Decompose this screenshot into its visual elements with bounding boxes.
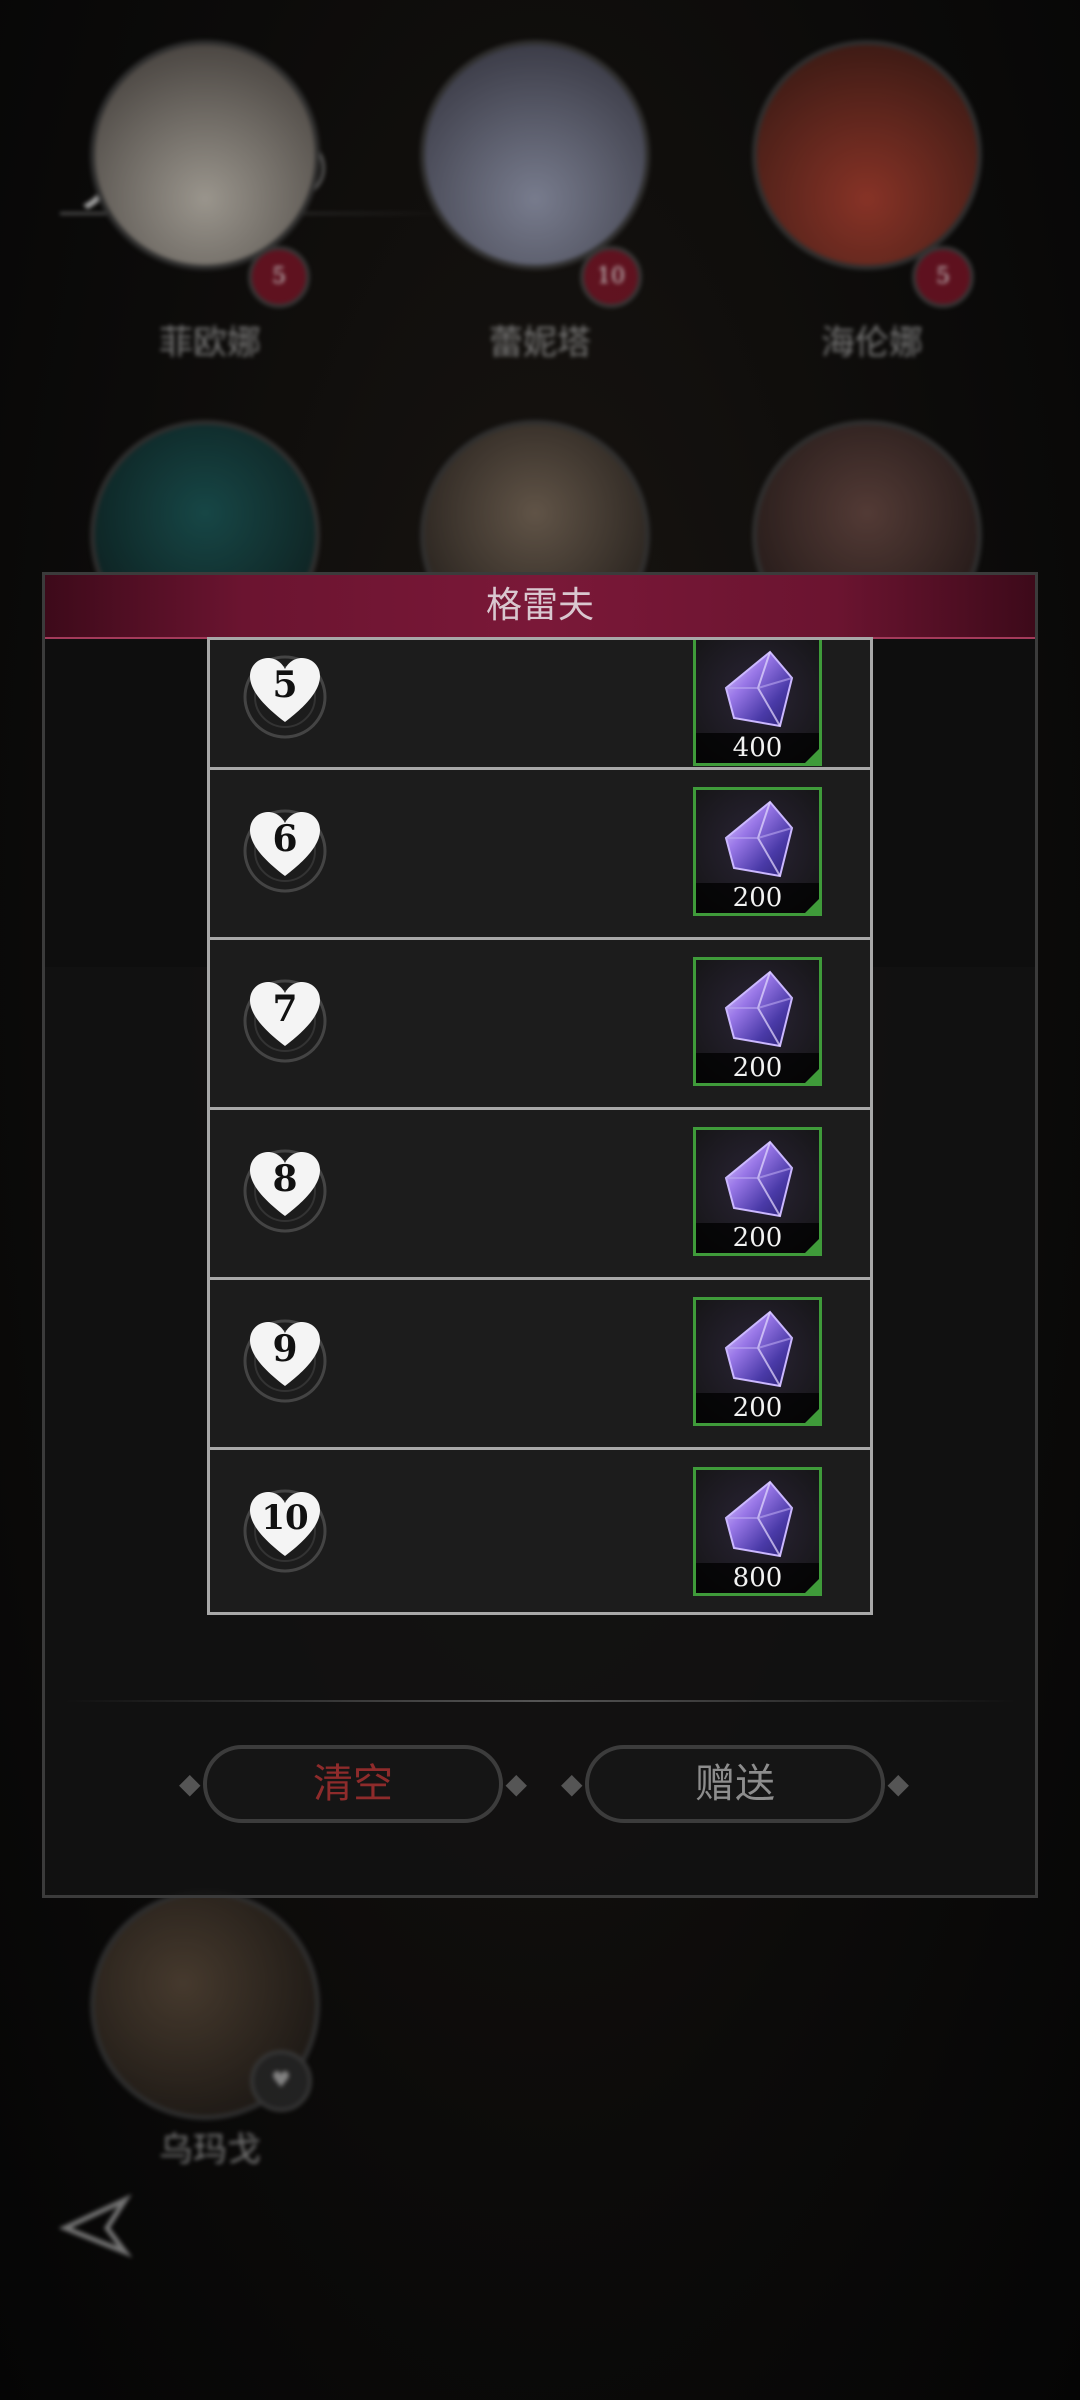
level-number: 8 bbox=[272, 1158, 298, 1200]
gift-button[interactable]: 赠送 bbox=[561, 1745, 909, 1823]
item-quantity: 800 bbox=[732, 1563, 783, 1593]
reward-row: 8 200 bbox=[210, 1110, 870, 1280]
reward-item-slot[interactable]: 200 bbox=[693, 957, 822, 1086]
reward-row: 7 200 bbox=[210, 940, 870, 1110]
character-card[interactable]: ♥ 乌玛戈 bbox=[90, 1890, 330, 2170]
level-number: 10 bbox=[261, 1498, 309, 1538]
affection-badge: 10 bbox=[580, 246, 642, 308]
reward-item-slot[interactable]: 800 bbox=[693, 1467, 822, 1596]
dialog-title-bar: 格雷夫 bbox=[45, 575, 1035, 639]
reward-row: 10 800 bbox=[210, 1450, 870, 1612]
affection-badge: 5 bbox=[912, 246, 974, 308]
level-number: 6 bbox=[272, 818, 298, 860]
purple-crystal-icon bbox=[724, 650, 794, 728]
purple-crystal-icon bbox=[724, 1480, 794, 1558]
affection-badge: ♥ bbox=[250, 2050, 312, 2112]
item-quantity: 400 bbox=[732, 733, 783, 763]
reward-row: 5 400 bbox=[210, 640, 870, 770]
reward-row: 9 200 bbox=[210, 1280, 870, 1450]
dialog-title: 格雷夫 bbox=[485, 585, 594, 626]
character-portrait bbox=[420, 40, 650, 270]
purple-crystal-icon bbox=[724, 1140, 794, 1218]
character-name: 蕾妮塔 bbox=[489, 323, 591, 363]
reward-item-slot[interactable]: 200 bbox=[693, 1297, 822, 1426]
character-card[interactable]: 5 海伦娜 bbox=[752, 40, 992, 363]
character-portrait bbox=[752, 40, 982, 270]
item-quantity: 200 bbox=[732, 1053, 783, 1083]
affection-level: 7 bbox=[230, 966, 340, 1076]
affection-level: 10 bbox=[230, 1476, 340, 1586]
purple-crystal-icon bbox=[724, 970, 794, 1048]
purple-crystal-icon bbox=[724, 800, 794, 878]
level-number: 5 bbox=[272, 664, 298, 706]
reward-item-slot[interactable]: 400 bbox=[693, 640, 822, 766]
character-name: 乌玛戈 bbox=[159, 2130, 261, 2170]
reward-item-slot[interactable]: 200 bbox=[693, 1127, 822, 1256]
affection-level: 5 bbox=[230, 642, 340, 752]
reward-item-slot[interactable]: 200 bbox=[693, 787, 822, 916]
character-portrait bbox=[90, 40, 320, 270]
affection-level: 6 bbox=[230, 796, 340, 906]
affection-level: 9 bbox=[230, 1306, 340, 1416]
divider bbox=[65, 1700, 1015, 1702]
reward-row: 6 200 bbox=[210, 770, 870, 940]
clear-button[interactable]: 清空 bbox=[179, 1745, 527, 1823]
affection-level: 8 bbox=[230, 1136, 340, 1246]
dialog-footer: 清空 赠送 bbox=[45, 1705, 1035, 1895]
purple-crystal-icon bbox=[724, 1310, 794, 1388]
character-name: 海伦娜 bbox=[821, 323, 923, 363]
item-quantity: 200 bbox=[732, 1393, 783, 1423]
affection-badge: 5 bbox=[248, 246, 310, 308]
item-quantity: 200 bbox=[732, 883, 783, 913]
character-card[interactable]: 5 菲欧娜 bbox=[90, 40, 330, 363]
item-quantity: 200 bbox=[732, 1223, 783, 1253]
affection-reward-list[interactable]: 5 400 6 200 7 200 8 200 9 200 10 800 bbox=[207, 637, 873, 1615]
back-icon[interactable] bbox=[55, 2190, 135, 2260]
level-number: 9 bbox=[272, 1328, 298, 1370]
character-name: 菲欧娜 bbox=[159, 323, 261, 363]
character-card[interactable]: 10 蕾妮塔 bbox=[420, 40, 660, 363]
level-number: 7 bbox=[272, 988, 298, 1030]
